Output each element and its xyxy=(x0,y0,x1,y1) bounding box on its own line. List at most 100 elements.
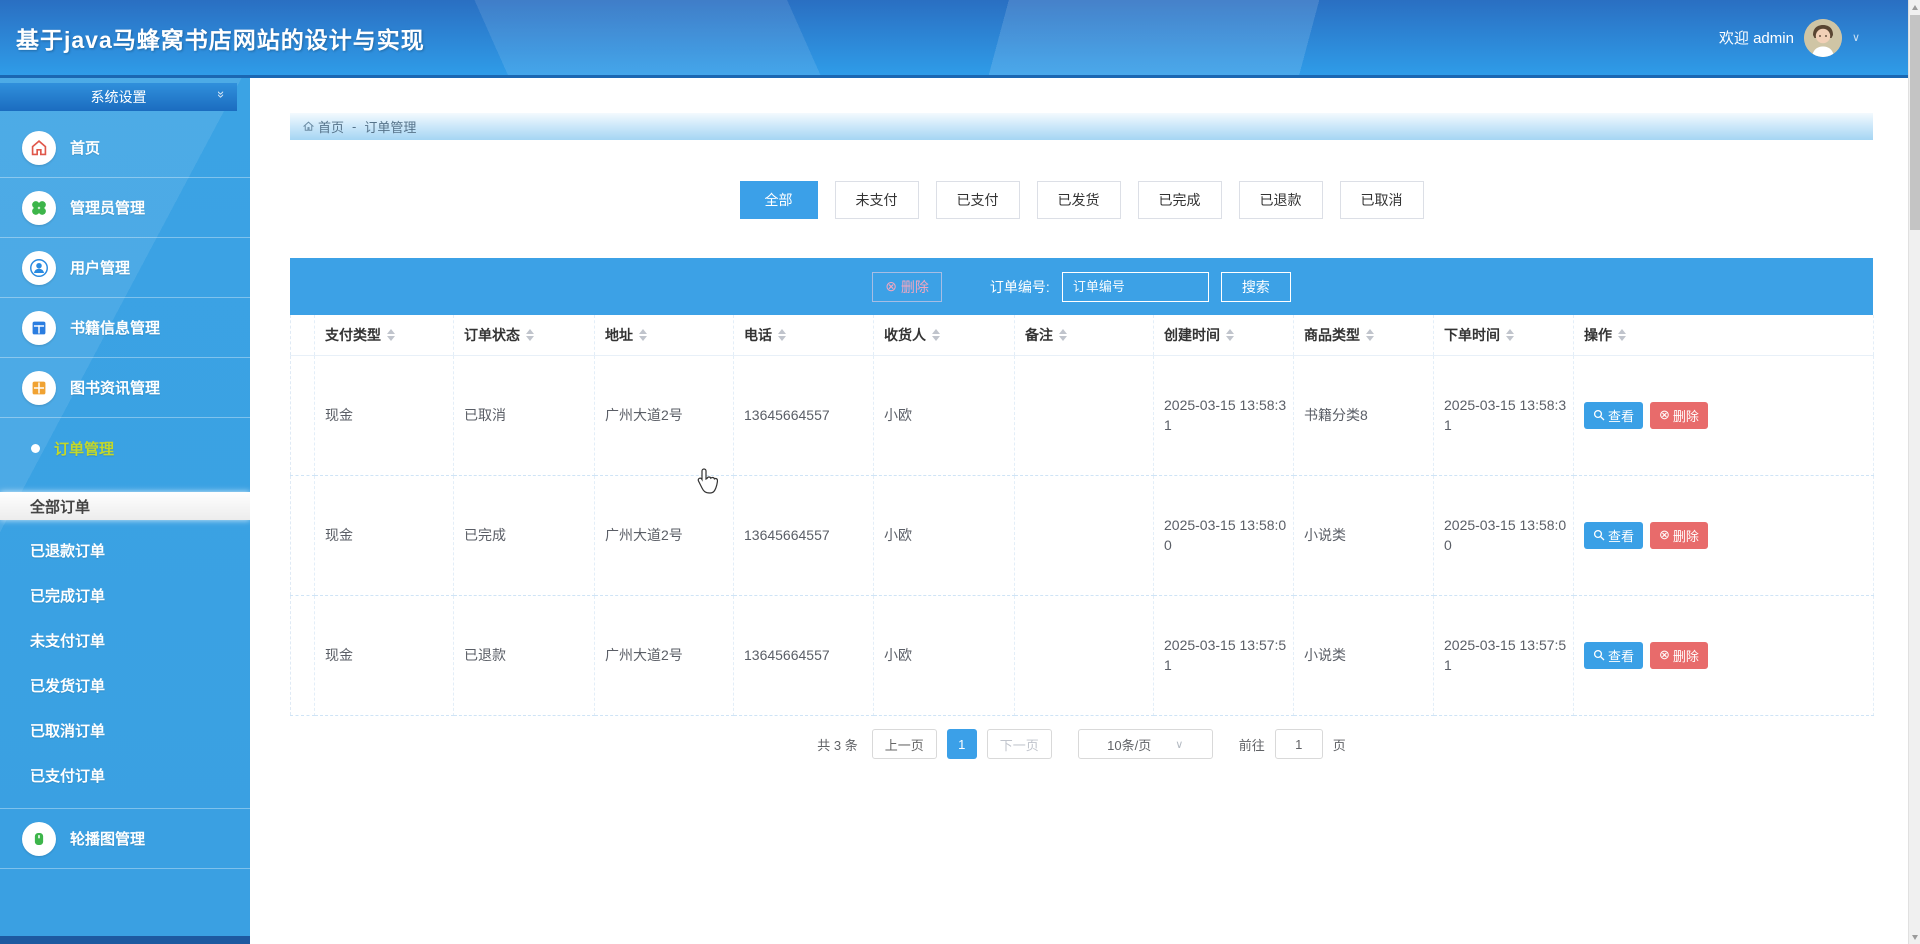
sub-item-cancelled-orders[interactable]: 已取消订单 xyxy=(0,708,250,753)
sub-item-shipped-orders[interactable]: 已发货订单 xyxy=(0,663,250,708)
admin-clover-icon xyxy=(22,190,56,225)
col-consignee[interactable]: 收货人 xyxy=(873,315,1015,356)
scroll-up-arrow[interactable] xyxy=(1909,0,1920,14)
delete-button[interactable]: ⊗ 删除 xyxy=(1650,641,1708,669)
sidebar: 系统设置 » 首页 管理员管理 用户管理 书籍信息管理 图书资讯管理 订单管理 … xyxy=(0,78,250,944)
cell-actions: 查看 ⊗ 删除 xyxy=(1573,355,1874,476)
tab-paid[interactable]: 已支付 xyxy=(935,181,1020,219)
sidebar-item-order-mgmt[interactable]: 订单管理 xyxy=(0,418,250,478)
cell-phone: 13645664557 xyxy=(733,595,874,716)
orders-table: 支付类型 订单状态 地址 电话 收货人 备注 创建时间 商品类型 下单时间 操作… xyxy=(290,315,1874,716)
cell-order-status: 已完成 xyxy=(453,475,595,596)
cell-phone: 13645664557 xyxy=(733,355,874,476)
chevron-down-icon: ∨ xyxy=(1175,738,1184,751)
view-button[interactable]: 查看 xyxy=(1584,401,1644,429)
col-actions[interactable]: 操作 xyxy=(1573,315,1874,356)
sub-item-label: 全部订单 xyxy=(30,498,91,516)
sub-item-label: 未支付订单 xyxy=(30,633,106,650)
col-order-time[interactable]: 下单时间 xyxy=(1433,315,1574,356)
col-product-type[interactable]: 商品类型 xyxy=(1293,315,1434,356)
tab-unpaid[interactable]: 未支付 xyxy=(834,181,919,219)
next-page-button[interactable]: 下一页 xyxy=(986,729,1052,759)
tab-cancelled[interactable]: 已取消 xyxy=(1339,181,1424,219)
page-size-select[interactable]: 10条/页 ∨ xyxy=(1077,729,1213,759)
sidebar-item-book-news-mgmt[interactable]: 图书资讯管理 xyxy=(0,358,250,418)
cell-phone: 13645664557 xyxy=(733,475,874,596)
col-create-time[interactable]: 创建时间 xyxy=(1153,315,1294,356)
delete-button[interactable]: ⊗ 删除 xyxy=(1650,521,1708,549)
sidebar-item-book-info-mgmt[interactable]: 书籍信息管理 xyxy=(0,298,250,358)
tab-refunded[interactable]: 已退款 xyxy=(1238,181,1323,219)
vertical-scrollbar[interactable] xyxy=(1908,0,1920,944)
view-button[interactable]: 查看 xyxy=(1584,641,1644,669)
sub-item-label: 已退款订单 xyxy=(30,543,106,560)
sort-icon xyxy=(1226,328,1234,341)
book-info-icon xyxy=(22,310,56,345)
sidebar-item-label: 轮播图管理 xyxy=(70,831,146,848)
breadcrumb-separator: - xyxy=(352,119,357,134)
breadcrumb-current: 订单管理 xyxy=(364,120,417,135)
col-label: 地址 xyxy=(605,326,633,343)
delete-button[interactable]: ⊗ 删除 xyxy=(1650,401,1708,429)
col-pay-type[interactable]: 支付类型 xyxy=(314,315,454,356)
cell-actions: 查看 ⊗ 删除 xyxy=(1573,595,1874,716)
page-number-active[interactable]: 1 xyxy=(946,729,977,759)
sub-item-label: 已完成订单 xyxy=(30,588,106,605)
prev-page-button[interactable]: 上一页 xyxy=(871,729,937,759)
sub-item-label: 已发货订单 xyxy=(30,678,106,695)
breadcrumb-home-label: 首页 xyxy=(318,120,345,135)
top-header: 基于java马蜂窝书店网站的设计与实现 欢迎 admin ∨ xyxy=(0,0,1920,78)
breadcrumb-home-link[interactable]: 首页 xyxy=(302,117,344,136)
sidebar-item-user-mgmt[interactable]: 用户管理 xyxy=(0,238,250,298)
sub-item-all-orders[interactable]: 全部订单 xyxy=(0,492,250,520)
tab-shipped[interactable]: 已发货 xyxy=(1036,181,1121,219)
sidebar-item-admin-mgmt[interactable]: 管理员管理 xyxy=(0,178,250,238)
sub-item-completed-orders[interactable]: 已完成订单 xyxy=(0,573,250,618)
col-label: 支付类型 xyxy=(325,326,381,343)
book-news-icon xyxy=(22,370,56,405)
chevron-down-icon: ∨ xyxy=(1851,32,1860,44)
sub-item-refunded-orders[interactable]: 已退款订单 xyxy=(0,528,250,573)
col-order-status[interactable]: 订单状态 xyxy=(453,315,595,356)
select-column-header[interactable] xyxy=(290,315,315,356)
tab-all[interactable]: 全部 xyxy=(739,181,818,219)
app-title: 基于java马蜂窝书店网站的设计与实现 xyxy=(16,26,425,53)
sidebar-item-carousel-mgmt[interactable]: 轮播图管理 xyxy=(0,809,250,869)
select-cell[interactable] xyxy=(290,475,315,596)
col-label: 创建时间 xyxy=(1164,326,1220,343)
sidebar-item-label: 书籍信息管理 xyxy=(70,320,161,337)
sidebar-panel-title[interactable]: 系统设置 » xyxy=(0,83,237,111)
scroll-down-arrow[interactable] xyxy=(1909,930,1920,944)
col-label: 电话 xyxy=(744,326,772,343)
select-cell[interactable] xyxy=(290,355,315,476)
bulk-delete-button[interactable]: ⊗ 删除 xyxy=(872,271,942,302)
order-no-input[interactable] xyxy=(1061,271,1209,302)
sub-item-paid-orders[interactable]: 已支付订单 xyxy=(0,753,250,798)
view-button[interactable]: 查看 xyxy=(1584,521,1644,549)
col-address[interactable]: 地址 xyxy=(594,315,734,356)
col-phone[interactable]: 电话 xyxy=(733,315,874,356)
delete-circle-icon: ⊗ xyxy=(1659,527,1670,542)
cell-product-type: 小说类 xyxy=(1293,475,1434,596)
delete-circle-icon: ⊗ xyxy=(885,278,897,294)
tab-completed[interactable]: 已完成 xyxy=(1137,181,1222,219)
search-button[interactable]: 搜索 xyxy=(1220,271,1291,302)
cell-create-time: 2025-03-15 13:58:00 xyxy=(1153,475,1294,596)
delete-label: 删除 xyxy=(1672,408,1699,424)
select-cell[interactable] xyxy=(290,595,315,716)
panel-title-label: 系统设置 xyxy=(90,89,147,105)
goto-label: 前往 xyxy=(1238,737,1265,753)
col-label: 操作 xyxy=(1584,326,1612,343)
user-icon xyxy=(22,250,56,285)
scrollbar-thumb[interactable] xyxy=(1910,15,1920,230)
sub-item-unpaid-orders[interactable]: 未支付订单 xyxy=(0,618,250,663)
sort-icon xyxy=(1618,328,1626,341)
sidebar-item-home[interactable]: 首页 xyxy=(0,118,250,178)
active-bullet-icon xyxy=(31,443,40,453)
col-remark[interactable]: 备注 xyxy=(1014,315,1154,356)
table-row: 现金 已完成 广州大道2号 13645664557 小欧 2025-03-15 … xyxy=(290,475,1874,596)
goto-page-input[interactable] xyxy=(1274,729,1323,759)
total-count: 共 3 条 xyxy=(817,737,858,753)
user-menu[interactable]: 欢迎 admin ∨ xyxy=(1719,18,1920,57)
cell-order-time: 2025-03-15 13:58:00 xyxy=(1433,475,1574,596)
